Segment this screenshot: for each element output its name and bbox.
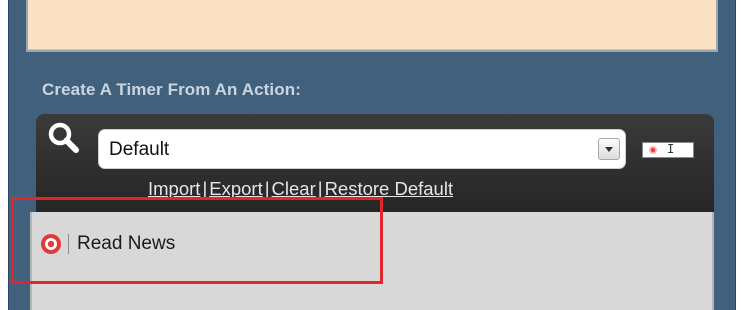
clear-link[interactable]: Clear [272, 178, 316, 199]
info-box [26, 0, 718, 52]
magnifier-icon[interactable] [46, 120, 82, 156]
target-mini-icon [649, 146, 657, 154]
dropdown-value: Default [109, 139, 170, 160]
chevron-down-icon[interactable] [598, 138, 620, 160]
timer-preview-widget[interactable]: I [642, 142, 694, 158]
link-separator: | [264, 178, 270, 199]
action-dropdown[interactable]: Default [98, 129, 626, 169]
highlight-annotation [11, 197, 383, 284]
link-separator: | [317, 178, 323, 199]
link-separator: | [202, 178, 208, 199]
text-cursor-icon: I [667, 142, 675, 156]
import-link[interactable]: Import [148, 178, 200, 199]
section-heading: Create A Timer From An Action: [42, 80, 301, 99]
export-link[interactable]: Export [209, 178, 262, 199]
restore-default-link[interactable]: Restore Default [325, 178, 454, 199]
